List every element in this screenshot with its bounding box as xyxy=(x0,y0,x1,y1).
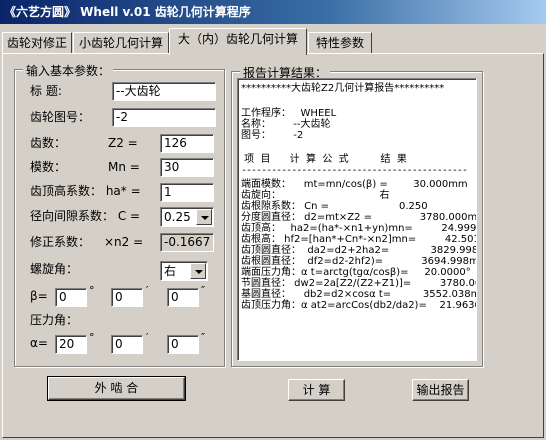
addendum-input[interactable]: 1 xyxy=(160,183,214,202)
clearance-label: 径向间隙系数： C = xyxy=(30,209,141,223)
addendum-label: 齿顶高系数： ha* = xyxy=(30,184,141,198)
report-line: 工作程序： WHEEL xyxy=(241,108,337,119)
beta-minutes-input[interactable]: 0 xyxy=(111,288,143,307)
report-line: 分度圆直径： d2=mt×Z2 = 3780.000mm xyxy=(241,212,477,223)
calculate-button[interactable]: 计 算 xyxy=(288,379,345,401)
report-line: ----------------------------------------… xyxy=(241,165,468,176)
tab-bar: 齿轮对修正 小齿轮几何计算 大（内）齿轮几何计算 特性参数 xyxy=(0,28,546,55)
teeth-label: 齿数： xyxy=(30,136,67,150)
alpha-seconds-input[interactable]: 0 xyxy=(167,335,199,354)
degree-mark: ° xyxy=(89,331,95,344)
modification-label: 修正系数： xyxy=(30,235,91,249)
tab-gear-pair-correction[interactable]: 齿轮对修正 xyxy=(2,32,72,54)
report-line: 基圆直径： db2=d2×cosα t= 3552.038mm xyxy=(241,289,477,300)
module-input[interactable]: 30 xyxy=(160,158,214,177)
minute-mark: ′ xyxy=(146,284,149,297)
degree-mark: ° xyxy=(89,284,95,297)
second-mark: ″ xyxy=(201,284,206,297)
title-label: 标 题: xyxy=(30,84,62,98)
window-title: 《六艺方圆》 Whell v.01 齿轮几何计算程序 xyxy=(0,0,546,24)
report-line: 齿根高： hf2=[han*+Cn*-×n2]mn= 42.501mm xyxy=(241,234,477,245)
minute-mark: ′ xyxy=(146,331,149,344)
module-symbol: Mn = xyxy=(108,160,140,174)
pressure-angle-label: 压力角： xyxy=(30,313,79,327)
alpha-degrees-input[interactable]: 20 xyxy=(55,335,87,354)
export-report-button[interactable]: 输出报告 xyxy=(412,379,469,401)
teeth-symbol: Z2 = xyxy=(108,136,138,150)
beta-label: β= xyxy=(30,289,48,303)
tab-characteristics[interactable]: 特性参数 xyxy=(308,32,372,54)
helix-direction-select[interactable]: 右 xyxy=(160,261,208,281)
chevron-down-icon[interactable] xyxy=(190,263,206,279)
drawing-number-label: 齿轮图号： xyxy=(30,110,91,124)
input-group-title: 输入基本参数： xyxy=(23,62,114,79)
title-input[interactable]: --大齿轮 xyxy=(112,82,216,101)
chevron-down-icon[interactable] xyxy=(196,209,212,225)
report-textarea[interactable]: **********大齿轮Z2几何计算报告********** 工作程序： WH… xyxy=(237,78,477,361)
clearance-value: 0.25 xyxy=(164,210,191,224)
module-label: 模数： xyxy=(30,160,67,174)
report-line: 项 目 计 算 公 式 结 果 xyxy=(241,154,407,165)
modification-symbol: ×n2 = xyxy=(104,235,144,249)
second-mark: ″ xyxy=(201,331,206,344)
drawing-number-input[interactable]: -2 xyxy=(112,108,216,127)
modification-value: -0.1667 xyxy=(160,233,214,252)
helix-angle-label: 螺旋角： xyxy=(30,262,79,276)
report-line: 齿根隙系数： Cn = 0.250 xyxy=(241,201,428,212)
report-line: 齿顶压力角：α at2=arcCos(db2/da2)= 21.9630° xyxy=(241,300,477,311)
report-line: 节圆直径： dw2=2a[Z2/(Z2+Z1)]= 3780.000mm xyxy=(241,278,476,289)
report-line: 端面模数： mt=mn/cos(β) = 30.000mm xyxy=(241,179,468,190)
teeth-input[interactable]: 126 xyxy=(160,134,214,153)
alpha-label: α= xyxy=(30,336,48,350)
helix-direction-value: 右 xyxy=(164,264,177,278)
report-line: 图号： -2 xyxy=(241,130,304,141)
report-line: 端面压力角：α t=arctg(tgα/cosβ)= 20.0000° xyxy=(241,267,471,278)
external-mesh-button[interactable]: 外 啮 合 xyxy=(47,376,186,401)
report-line: 齿顶圆直径： da2=d2+2ha2= 3829.998mm xyxy=(241,245,477,256)
report-line: 齿根圆直径： df2=d2-2hf2)= 3694.998mm xyxy=(241,256,477,267)
alpha-minutes-input[interactable]: 0 xyxy=(111,335,143,354)
report-line: 齿旋向： 右 xyxy=(241,190,390,201)
beta-seconds-input[interactable]: 0 xyxy=(167,288,199,307)
tab-gear-geometry[interactable]: 大（内）齿轮几何计算 xyxy=(169,28,307,55)
report-line: **********大齿轮Z2几何计算报告********** xyxy=(241,83,445,94)
clearance-select[interactable]: 0.25 xyxy=(160,207,214,227)
report-line: 名称： --大齿轮 xyxy=(241,119,331,130)
beta-degrees-input[interactable]: 0 xyxy=(55,288,87,307)
tab-pinion-geometry[interactable]: 小齿轮几何计算 xyxy=(73,32,169,54)
report-line: 齿顶高： ha2=(ha*-×n1+yn)mn= 24.999mm xyxy=(241,223,477,234)
